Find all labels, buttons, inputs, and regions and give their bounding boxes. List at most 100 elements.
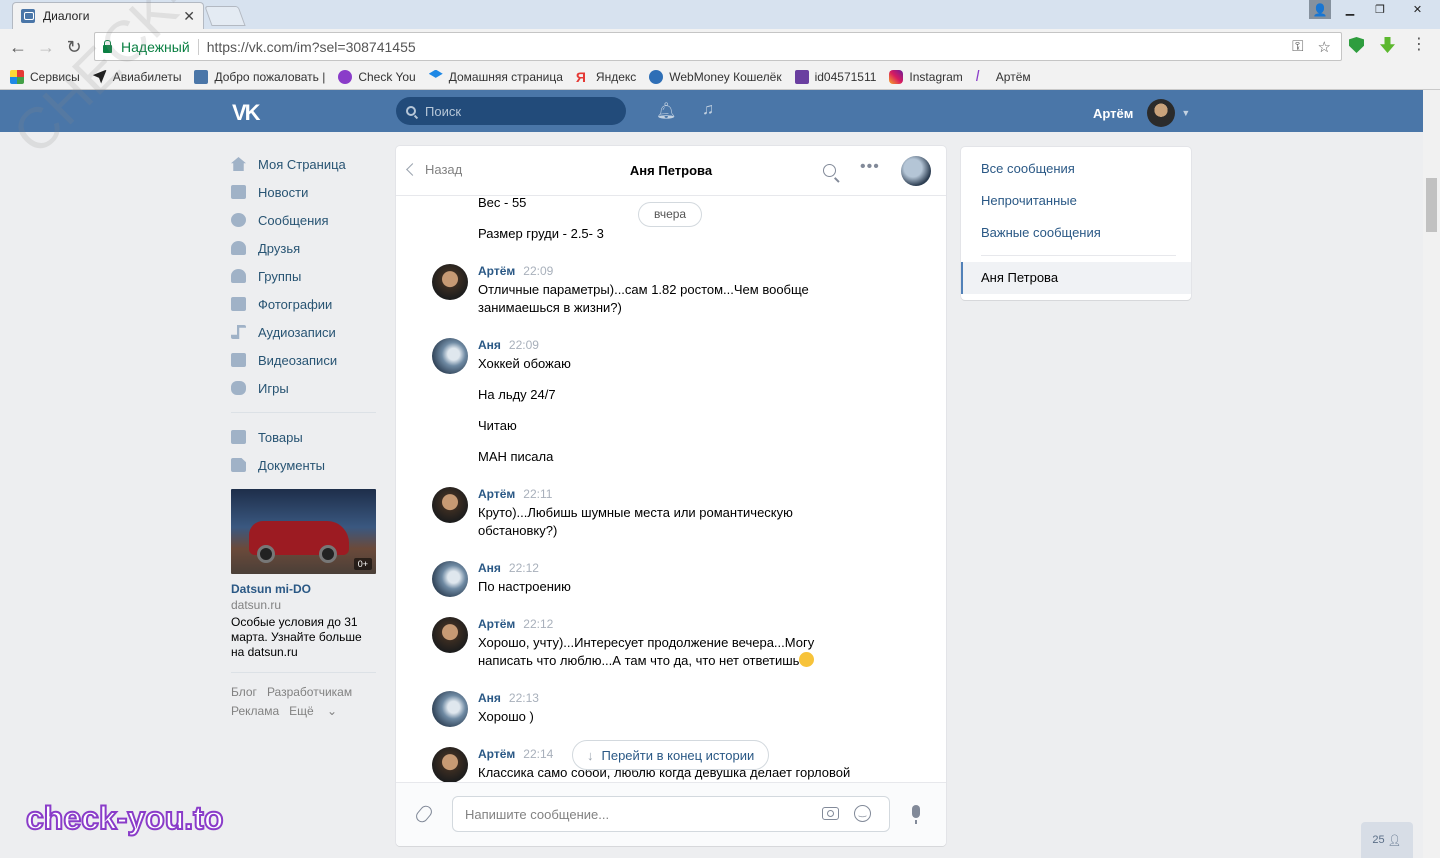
message-author[interactable]: Аня <box>478 561 501 575</box>
music-icon[interactable]: ♫ <box>702 101 714 119</box>
ad-wheel-front <box>257 545 275 563</box>
avatar[interactable] <box>432 487 468 523</box>
more-dots-icon[interactable]: ••• <box>860 158 880 176</box>
chat-search-icon[interactable] <box>823 164 836 177</box>
new-tab-button[interactable] <box>204 6 246 26</box>
maximize-button[interactable]: ❐ <box>1365 0 1395 19</box>
message-author[interactable]: Артём <box>478 747 515 761</box>
avatar[interactable] <box>432 338 468 374</box>
camera-icon[interactable] <box>822 807 839 820</box>
address-bar[interactable]: Надежный https://vk.com/im?sel=308741455… <box>94 32 1342 61</box>
nav-games[interactable]: Игры <box>231 374 376 402</box>
footer-ads[interactable]: Реклама <box>231 704 279 718</box>
download-extension-icon[interactable] <box>1380 37 1395 53</box>
scrollbar-thumb[interactable] <box>1426 178 1437 232</box>
vk-logo[interactable]: VK <box>232 100 261 126</box>
bookmark-artem[interactable]: l Артём <box>976 69 1031 84</box>
message-time: 22:13 <box>508 691 539 705</box>
emoji-icon[interactable]: ‿ <box>854 805 871 822</box>
bookmark-check-you[interactable]: Check You <box>338 69 416 84</box>
check-you-icon <box>338 69 353 84</box>
shield-extension-icon[interactable] <box>1349 37 1364 53</box>
back-arrow-icon[interactable]: ← <box>8 37 28 57</box>
back-button[interactable]: Назад <box>406 162 462 177</box>
tab-close-icon[interactable]: ✕ <box>183 8 195 25</box>
filter-important[interactable]: Важные сообщения <box>981 225 1101 240</box>
bookmark-yandex[interactable]: Я Яндекс <box>576 70 636 84</box>
message-author[interactable]: Артём <box>478 487 515 501</box>
page-scrollbar[interactable] <box>1423 90 1440 858</box>
close-window-button[interactable]: ✕ <box>1395 0 1440 19</box>
home-icon <box>231 157 246 171</box>
message-author[interactable]: Артём <box>478 264 515 278</box>
avatar <box>1147 99 1176 127</box>
online-counter[interactable]: 25 👤︎ <box>1361 822 1413 858</box>
forward-arrow-icon[interactable]: → <box>36 37 56 57</box>
message-list[interactable]: Вес - 55 вчера Размер груди - 2.5- 3 Арт… <box>396 197 946 782</box>
bookmark-id[interactable]: id04571511 <box>794 69 876 84</box>
browser-tab[interactable]: Диалоги ✕ <box>12 2 204 29</box>
message-text: Хорошо ) <box>478 709 534 724</box>
nav-goods[interactable]: Товары <box>231 423 376 451</box>
bookmark-home-page[interactable]: Домашняя страница <box>428 69 563 84</box>
bookmark-instagram[interactable]: Instagram <box>889 69 963 84</box>
jump-to-end-button[interactable]: ↓ Перейти в конец истории <box>572 740 770 770</box>
filter-all-messages[interactable]: Все сообщения <box>981 161 1075 176</box>
plane-icon <box>92 69 107 84</box>
chat-avatar[interactable] <box>901 156 931 186</box>
footer-blog[interactable]: Блог <box>231 685 257 699</box>
chevron-left-icon <box>406 163 419 176</box>
message-author[interactable]: Аня <box>478 338 501 352</box>
bookmark-flights[interactable]: Авиабилеты <box>92 69 181 84</box>
nav-messages[interactable]: Сообщения <box>231 206 376 234</box>
nav-groups[interactable]: Группы <box>231 262 376 290</box>
avatar[interactable] <box>432 747 468 782</box>
search-icon <box>406 106 416 116</box>
header-user-menu[interactable]: Артём ▼ <box>1093 99 1190 127</box>
browser-tabstrip: Диалоги ✕ 👤 ▁ ❐ ✕ <box>0 0 1440 29</box>
ad-image[interactable]: 0+ <box>231 489 376 574</box>
smirk-emoji-icon <box>799 652 815 667</box>
key-icon[interactable]: ⚿ <box>1292 38 1303 56</box>
footer-developers[interactable]: Разработчикам <box>267 685 352 699</box>
reload-icon[interactable]: ↻ <box>64 37 84 57</box>
vk-icon <box>194 69 209 84</box>
microphone-icon[interactable] <box>912 805 920 824</box>
avatar[interactable] <box>432 561 468 597</box>
message-author[interactable]: Артём <box>478 617 515 631</box>
filter-unread[interactable]: Непрочитанные <box>981 193 1077 208</box>
ad-text[interactable]: Особые условия до 31 марта. Узнайте боль… <box>231 615 376 660</box>
ad-title[interactable]: Datsun mi-DO <box>231 582 376 596</box>
active-dialog-item[interactable]: Аня Петрова <box>961 262 1191 294</box>
bookmark-webmoney[interactable]: WebMoney Кошелёк <box>649 69 782 84</box>
bookmark-vk-welcome[interactable]: Добро пожаловать | <box>194 69 325 84</box>
avatar[interactable] <box>432 691 468 727</box>
ad-domain[interactable]: datsun.ru <box>231 598 376 612</box>
nav-photos[interactable]: Фотографии <box>231 290 376 318</box>
paperclip-icon[interactable] <box>413 803 435 825</box>
avatar[interactable] <box>432 264 468 300</box>
message-author[interactable]: Аня <box>478 691 501 705</box>
browser-menu-icon[interactable]: ⋮ <box>1411 37 1427 53</box>
group-icon <box>231 269 246 283</box>
message-line: МАН писала <box>478 449 554 464</box>
footer-more[interactable]: Ещё ⌄ <box>289 704 337 718</box>
vk-search-input[interactable]: Поиск <box>396 97 626 125</box>
nav-video[interactable]: Видеозаписи <box>231 346 376 374</box>
nav-my-page[interactable]: Моя Страница <box>231 150 376 178</box>
minimize-button[interactable]: ▁ <box>1335 0 1365 19</box>
url-text[interactable]: https://vk.com/im?sel=308741455 <box>207 39 416 55</box>
bookmark-star-icon[interactable]: ☆ <box>1318 38 1331 56</box>
message-text: Хоккей обожаю <box>478 356 571 371</box>
profile-icon[interactable]: 👤 <box>1309 0 1331 19</box>
bell-icon[interactable]: 🔔︎ <box>656 101 676 121</box>
nav-friends[interactable]: Друзья <box>231 234 376 262</box>
bookmark-services[interactable]: Сервисы <box>10 69 80 84</box>
message-text: По настроению <box>478 579 571 594</box>
nav-documents[interactable]: Документы <box>231 451 376 479</box>
message-time: 22:14 <box>523 747 554 761</box>
nav-audio[interactable]: Аудиозаписи <box>231 318 376 346</box>
avatar[interactable] <box>432 617 468 653</box>
ad-divider <box>231 672 376 673</box>
nav-news[interactable]: Новости <box>231 178 376 206</box>
